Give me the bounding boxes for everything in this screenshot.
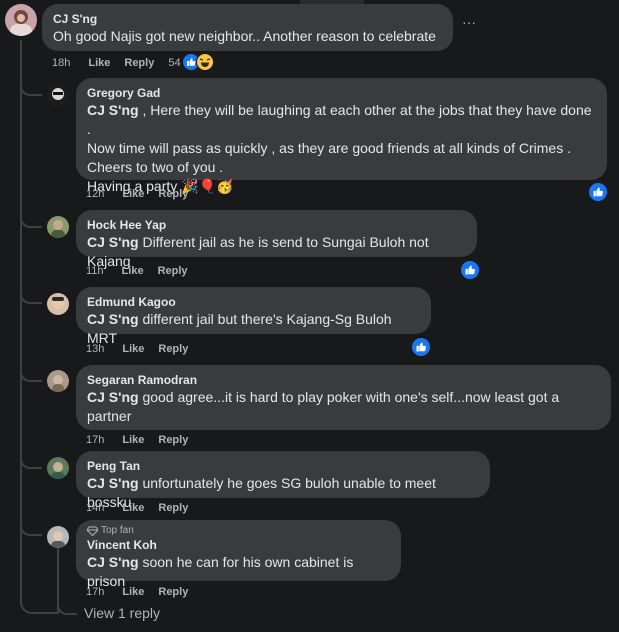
mention-cj-sng[interactable]: CJ S'ng <box>87 554 139 570</box>
author-name[interactable]: Vincent Koh <box>87 537 390 553</box>
reply-button[interactable]: Reply <box>158 586 188 598</box>
avatar-vincent-koh[interactable] <box>47 526 69 548</box>
timestamp[interactable]: 17h <box>86 586 104 598</box>
mention-cj-sng[interactable]: CJ S'ng <box>87 389 139 405</box>
timestamp[interactable]: 11h <box>86 265 104 277</box>
timestamp[interactable]: 18h <box>52 57 70 69</box>
comment-text: Oh good Najis got new neighbor.. Another… <box>53 28 436 44</box>
reply-bubble-gregory-gad: Gregory Gad CJ S'ng , Here they will be … <box>76 78 607 194</box>
like-button[interactable]: Like <box>122 188 144 200</box>
thumbs-up-icon[interactable] <box>410 336 432 358</box>
comment-actions-main: 18h Like Reply 54 <box>52 56 183 70</box>
timestamp[interactable]: 14h <box>86 502 104 514</box>
reply-actions: 17h Like Reply <box>86 585 202 599</box>
reply-text: CJ S'ng good agree...it is hard to play … <box>87 389 560 405</box>
reply-text: CJ S'ng , Here they will be laughing at … <box>87 102 592 137</box>
reply-button[interactable]: Reply <box>158 343 188 355</box>
diamond-icon <box>87 526 98 536</box>
author-name[interactable]: Edmund Kagoo <box>87 294 420 310</box>
thread-line-main <box>20 40 22 605</box>
connector <box>20 290 42 304</box>
reply-actions: 13h Like Reply <box>86 342 202 356</box>
mention-cj-sng[interactable]: CJ S'ng <box>87 102 139 118</box>
mention-cj-sng[interactable]: CJ S'ng <box>87 234 139 250</box>
reply-actions: 11h Like Reply <box>86 264 202 278</box>
like-button[interactable]: Like <box>122 265 144 277</box>
avatar-gregory-gad[interactable] <box>47 84 69 106</box>
reply-bubble-edmund-kagoo: Edmund Kagoo CJ S'ng different jail but … <box>76 287 431 346</box>
comment-bubble-main: CJ S'ng Oh good Najis got new neighbor..… <box>42 4 453 51</box>
like-button[interactable]: Like <box>122 502 144 514</box>
thread-curve-sub <box>57 598 77 615</box>
connector <box>20 214 42 228</box>
avatar-peng-tan[interactable] <box>47 457 69 479</box>
view-replies-link[interactable]: View 1 reply <box>84 605 160 621</box>
like-button[interactable]: Like <box>88 57 110 69</box>
reply-bubble-peng-tan: Peng Tan CJ S'ng unfortunately he goes S… <box>76 451 490 510</box>
timestamp[interactable]: 17h <box>86 434 104 446</box>
mention-cj-sng[interactable]: CJ S'ng <box>87 311 139 327</box>
reaction-count[interactable]: 54 <box>168 57 180 69</box>
reply-button[interactable]: Reply <box>158 502 188 514</box>
connector <box>20 522 42 536</box>
author-name[interactable]: Hock Hee Yap <box>87 217 466 233</box>
top-fan-badge: Top fan <box>87 525 390 537</box>
reply-bubble-hock-hee-yap: Hock Hee Yap CJ S'ng Different jail as h… <box>76 210 477 269</box>
reply-actions: 17h Like Reply <box>86 433 202 447</box>
reply-actions: 12h Like Reply <box>86 187 202 201</box>
connector <box>20 455 42 469</box>
author-name[interactable]: CJ S'ng <box>53 11 442 27</box>
like-button[interactable]: Like <box>122 343 144 355</box>
avatar-edmund-kagoo[interactable] <box>47 293 69 315</box>
thumbs-up-icon[interactable] <box>459 259 481 281</box>
more-options-icon[interactable]: ··· <box>462 14 476 30</box>
haha-reaction-icon <box>196 53 214 71</box>
timestamp[interactable]: 13h <box>86 343 104 355</box>
reply-button[interactable]: Reply <box>158 188 188 200</box>
timestamp[interactable]: 12h <box>86 188 104 200</box>
avatar-cj-sng[interactable] <box>5 4 37 36</box>
reply-text-line: Now time will pass as quickly , as they … <box>87 140 571 156</box>
reply-button[interactable]: Reply <box>158 265 188 277</box>
reply-button[interactable]: Reply <box>158 434 188 446</box>
like-button[interactable]: Like <box>122 586 144 598</box>
like-button[interactable]: Like <box>122 434 144 446</box>
connector <box>20 368 42 382</box>
connector <box>20 82 42 96</box>
author-name[interactable]: Segaran Ramodran <box>87 372 600 388</box>
thumbs-up-icon[interactable] <box>587 181 609 203</box>
reply-text-line: Cheers to two of you . <box>87 159 224 175</box>
thread-curve <box>20 596 58 614</box>
author-name[interactable]: Peng Tan <box>87 458 479 474</box>
author-name[interactable]: Gregory Gad <box>87 85 596 101</box>
avatar-segaran-ramodran[interactable] <box>47 370 69 392</box>
reply-text-line: partner <box>87 408 132 424</box>
avatar-hock-hee-yap[interactable] <box>47 216 69 238</box>
reply-bubble-vincent-koh: Top fan Vincent Koh CJ S'ng soon he can … <box>76 520 401 589</box>
mention-cj-sng[interactable]: CJ S'ng <box>87 475 139 491</box>
reactions[interactable] <box>182 53 218 71</box>
reply-button[interactable]: Reply <box>124 57 154 69</box>
reply-bubble-segaran-ramodran: Segaran Ramodran CJ S'ng good agree...it… <box>76 365 611 430</box>
reply-actions: 14h Like Reply <box>86 501 202 515</box>
